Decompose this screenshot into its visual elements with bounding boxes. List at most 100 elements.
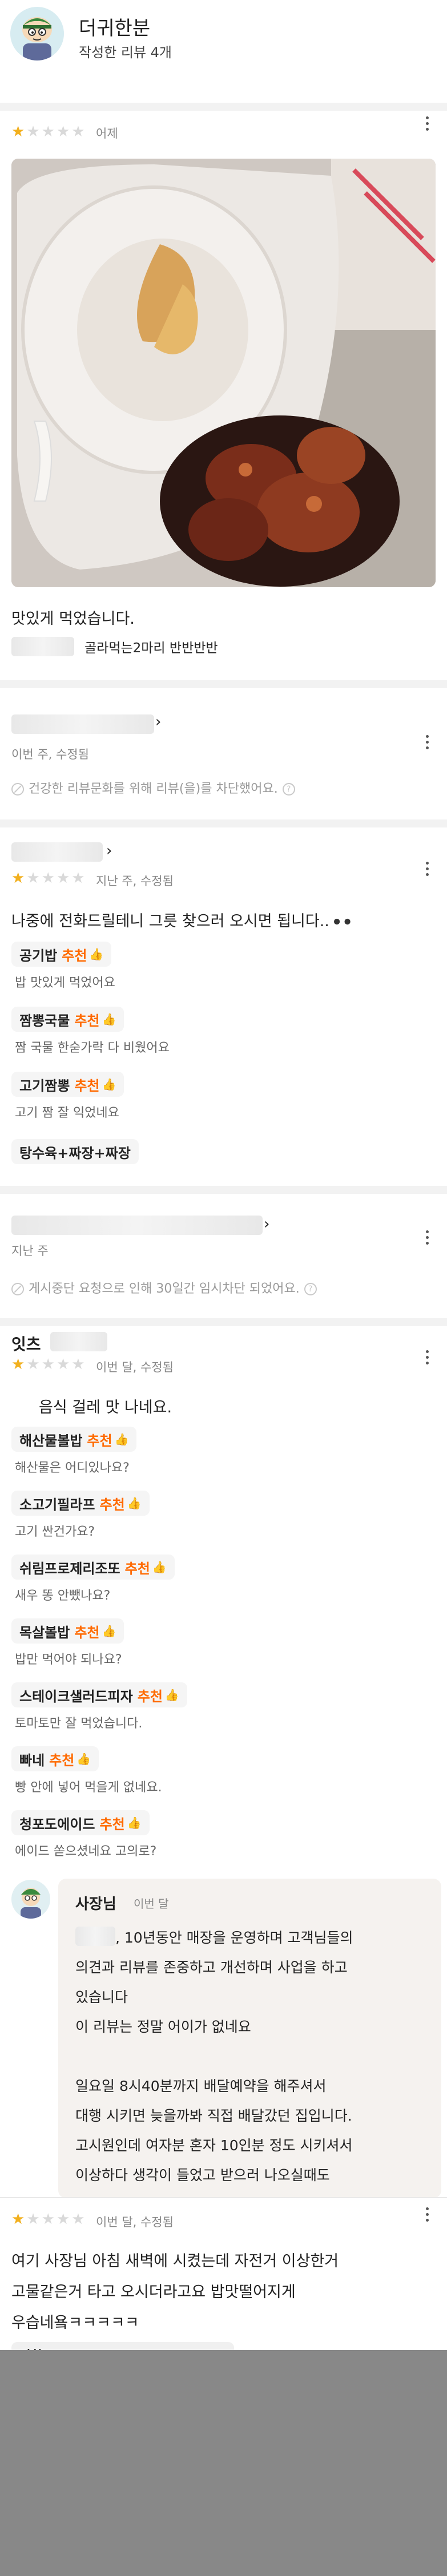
- rating-stars: ★ ★ ★ ★ ★: [11, 2212, 85, 2227]
- section-divider: [0, 680, 447, 688]
- redacted-store-name: [50, 1332, 107, 1351]
- menu-item: 탕수육+짜장+짜장: [11, 1139, 139, 1164]
- menu-chip[interactable]: 목살볼밥 추천 👍: [11, 1618, 124, 1644]
- menu-item: 쉬림프로제리조또 추천 👍 새우 똥 안뺐나요?: [11, 1555, 175, 1604]
- star-empty-icon: ★: [41, 123, 55, 140]
- menu-comment: 새우 똥 안뺐나요?: [15, 1589, 111, 1603]
- review-emoji: ⚫⚫: [331, 915, 353, 930]
- owner-reply-title: 사장님: [75, 1896, 116, 1913]
- thumbs-up-icon: 👍: [114, 1432, 129, 1446]
- menu-item: 해산물볼밥 추천 👍 해산물은 어디있나요?: [11, 1427, 137, 1476]
- review-time: 이번 달, 수정됨: [96, 2215, 174, 2229]
- star-empty-icon: ★: [71, 123, 85, 140]
- chevron-right-icon[interactable]: ›: [106, 842, 112, 859]
- menu-name: 스테이크샐러드피자: [19, 1688, 133, 1705]
- menu-chip[interactable]: 쉬림프로제리조또 추천 👍: [11, 1555, 175, 1580]
- owner-reply-line: 고시원인데 여자분 혼자 10인분 정도 시키셔서: [75, 2137, 353, 2154]
- review-count: 작성한 리뷰 4개: [79, 45, 172, 60]
- menu-item: 공기밥 추천 👍 밥 맛있게 먹었어요: [11, 942, 115, 991]
- star-empty-icon: ★: [26, 2211, 40, 2228]
- star-filled-icon: ★: [11, 1356, 25, 1373]
- more-options-icon[interactable]: [420, 2203, 434, 2226]
- menu-chip[interactable]: 소고기필라프 추천 👍: [11, 1491, 150, 1516]
- owner-avatar: [11, 1880, 50, 1919]
- rating-stars: ★ ★ ★ ★ ★: [11, 1357, 85, 1372]
- recommend-label: 추천: [87, 1432, 112, 1449]
- menu-name: 쉬림프로제리조또: [19, 1560, 120, 1577]
- owner-reply-line: , 10년동안 매장을 운영하며 고객님들의: [115, 1929, 353, 1946]
- menu-chip[interactable]: 짬뽕국물 추천 👍: [11, 1007, 124, 1032]
- block-icon: [11, 1283, 24, 1295]
- owner-reply-box: 사장님 이번 달 , 10년동안 매장을 운영하며 고객님들의 의견과 리뷰를 …: [58, 1879, 441, 2198]
- star-empty-icon: ★: [26, 870, 40, 887]
- menu-item: 짬뽕국물 추천 👍 짬 국물 한숟가락 다 비웠어요: [11, 1007, 170, 1056]
- menu-chip[interactable]: 빠네 추천 👍: [11, 1746, 99, 1771]
- star-empty-icon: ★: [56, 1356, 70, 1373]
- section-divider: [0, 819, 447, 827]
- store-name[interactable]: 잇츠: [11, 1332, 41, 1355]
- star-empty-icon: ★: [26, 123, 40, 140]
- chevron-right-icon[interactable]: ›: [155, 713, 161, 730]
- recommend-label: 추천: [137, 1688, 163, 1705]
- review-text: 나중에 전화드릴테니 그릇 찾으러 오시면 됩니다.. ⚫⚫: [11, 909, 353, 931]
- review-text-line: 고물같은거 타고 오시더라고요 밥맛떨어지게: [11, 2283, 296, 2301]
- star-empty-icon: ★: [71, 870, 85, 887]
- star-empty-icon: ★: [41, 1356, 55, 1373]
- review-text-line: 여기 사장님 아침 새벽에 시켰는데 자전거 이상한거: [11, 2252, 339, 2270]
- menu-name: 공기밥: [19, 947, 58, 964]
- menu-chip[interactable]: 탕수육+짜장+짜장: [11, 1139, 139, 1164]
- menu-name: 소고기필라프: [19, 1496, 95, 1513]
- recommend-label: 추천: [124, 1560, 150, 1577]
- star-empty-icon: ★: [41, 2211, 55, 2228]
- profile-name: 더귀한분: [79, 17, 151, 40]
- menu-name: 해산물볼밥: [19, 1432, 83, 1449]
- redacted-store-name: [11, 842, 103, 862]
- rating-stars: ★ ★ ★ ★ ★: [11, 871, 85, 886]
- recommend-label: 추천: [62, 947, 87, 964]
- menu-item: 소고기필라프 추천 👍 고기 싼건가요?: [11, 1491, 150, 1540]
- more-options-icon[interactable]: [420, 112, 434, 135]
- blocked-notice: 게시중단 요청으로 인해 30일간 임시차단 되었어요.?: [11, 1278, 317, 1297]
- star-empty-icon: ★: [71, 2211, 85, 2228]
- more-options-icon[interactable]: [420, 1346, 434, 1368]
- star-empty-icon: ★: [26, 1356, 40, 1373]
- menu-chip[interactable]: 고기짬뽕 추천 👍: [11, 1072, 124, 1097]
- chevron-right-icon[interactable]: ›: [264, 1216, 269, 1233]
- menu-comment: 짬 국물 한숟가락 다 비웠어요: [15, 1041, 170, 1055]
- menu-comment: 밥만 먹어야 되나요?: [15, 1653, 122, 1667]
- menu-name: 청포도에이드: [19, 1816, 95, 1832]
- thumbs-up-icon: 👍: [102, 1077, 116, 1091]
- menu-chip[interactable]: 해산물볼밥 추천 👍: [11, 1427, 137, 1452]
- owner-reply-line: 있습니다: [75, 1989, 128, 2005]
- menu-name: 빠네: [19, 1752, 45, 1769]
- more-options-icon[interactable]: [420, 1226, 434, 1249]
- menu-comment: 빵 안에 넣어 먹을게 없네요.: [15, 1780, 162, 1795]
- menu-chip[interactable]: 청포도에이드 추천 👍: [11, 1810, 150, 1835]
- menu-chip[interactable]: 스테이크샐러드피자 추천 👍: [11, 1682, 187, 1707]
- recommend-label: 추천: [99, 1496, 125, 1513]
- menu-comment: 해산물은 어디있나요?: [15, 1461, 130, 1475]
- review-time: 이번 주, 수정됨: [11, 748, 89, 761]
- help-icon[interactable]: ?: [282, 783, 295, 796]
- review-photo[interactable]: [11, 159, 436, 587]
- more-options-icon[interactable]: [420, 857, 434, 880]
- avatar[interactable]: [10, 7, 64, 60]
- more-options-icon[interactable]: [420, 730, 434, 753]
- owner-reply-time: 이번 달: [134, 1897, 169, 1911]
- review-time: 어제: [96, 127, 118, 140]
- menu-chip[interactable]: 골라먹는2마리 반반반반: [11, 633, 251, 660]
- help-icon[interactable]: ?: [304, 1283, 317, 1295]
- thumbs-up-icon: 👍: [127, 1496, 142, 1510]
- recommend-label: 추천: [49, 1752, 75, 1769]
- review-text: 음식 걸레 맛 나네요.: [39, 1399, 172, 1416]
- menu-chip[interactable]: 공기밥 추천 👍: [11, 942, 112, 967]
- blocked-notice: 건강한 리뷰문화를 위해 리뷰(을)를 차단했어요.?: [11, 778, 295, 797]
- section-divider: [0, 103, 447, 111]
- menu-name: 탕수육+짜장+짜장: [19, 1145, 131, 1161]
- menu-comment: 고기 짬 잘 익었네요: [15, 1106, 119, 1120]
- rating-stars: ★ ★ ★ ★ ★: [11, 124, 85, 139]
- owner-reply-line: 이상하다 생각이 들었고 받으러 나오실때도: [75, 2167, 330, 2183]
- menu-comment: 밥 맛있게 먹었어요: [15, 976, 115, 990]
- recommend-label: 추천: [99, 1816, 125, 1832]
- section-divider: [0, 1318, 447, 1326]
